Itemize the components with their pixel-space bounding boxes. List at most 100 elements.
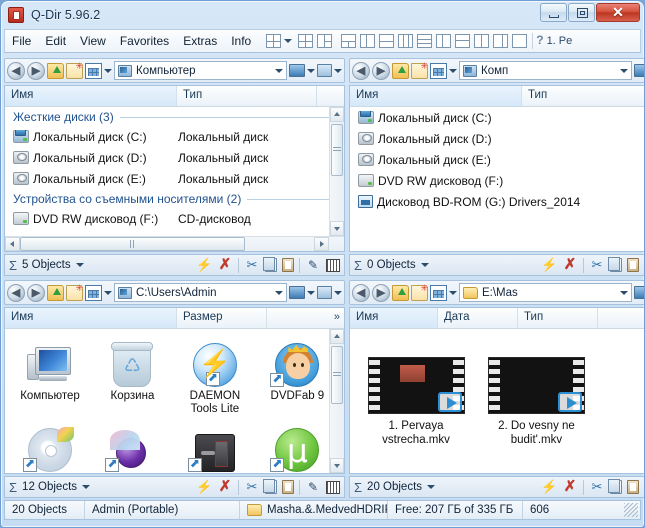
scroll-right-button-tl[interactable] <box>314 237 329 251</box>
list-item[interactable] <box>93 420 171 473</box>
delete-icon[interactable]: ✗ <box>217 257 233 273</box>
screen2-icon-tl[interactable] <box>317 64 332 77</box>
list-item[interactable]: DAEMON Tools Lite <box>176 335 254 416</box>
address-caret-tr[interactable] <box>620 68 628 73</box>
column-header-name-tr[interactable]: Имя <box>350 86 522 106</box>
new-folder-icon[interactable] <box>66 283 83 301</box>
scrollbar-thumb-bl[interactable] <box>331 346 343 404</box>
screen-icon-br[interactable] <box>634 286 644 299</box>
grid-icon[interactable] <box>326 480 340 494</box>
column-header-type-br[interactable]: Тип <box>518 308 598 328</box>
hscroll-thumb-tl[interactable] <box>20 237 245 251</box>
cut-icon[interactable]: ✂ <box>244 257 260 273</box>
flash-icon[interactable]: ⚡ <box>196 479 212 495</box>
layout-3-cols-button[interactable] <box>398 34 414 48</box>
list-item[interactable]: 1. Pervaya vstrecha.mkv <box>360 357 472 447</box>
layout-2-cols-button[interactable] <box>436 34 452 48</box>
table-row[interactable]: Локальный диск (D:) <box>350 128 644 149</box>
grid-icon[interactable] <box>326 258 340 272</box>
close-button[interactable]: ✕ <box>596 3 640 22</box>
up-folder-icon[interactable] <box>47 284 64 301</box>
horizontal-scrollbar-tl[interactable] <box>5 236 344 251</box>
vertical-scrollbar-bl[interactable] <box>329 329 344 473</box>
back-button-bl[interactable]: ◀ <box>7 283 25 302</box>
layout-3-right-button[interactable] <box>317 34 333 48</box>
view-mode-caret[interactable] <box>104 290 112 295</box>
forward-button-br[interactable]: ▶ <box>372 283 390 302</box>
table-row[interactable]: DVD RW дисковод (F:) CD-дисковод <box>5 208 344 229</box>
new-folder-icon[interactable] <box>411 61 428 79</box>
scroll-left-button-tl[interactable] <box>5 237 20 251</box>
menu-favorites[interactable]: Favorites <box>113 31 176 51</box>
list-item[interactable]: 2. Do vesny ne budit'.mkv <box>480 357 592 447</box>
list-item[interactable] <box>258 420 336 473</box>
forward-button-tr[interactable]: ▶ <box>372 61 390 80</box>
column-header-date-br[interactable]: Дата <box>438 308 518 328</box>
layout-3-bottom-button[interactable] <box>341 34 357 48</box>
list-item[interactable]: Компьютер <box>11 335 89 403</box>
more-columns-bl[interactable]: » <box>330 308 344 328</box>
copy-icon[interactable] <box>608 479 622 494</box>
table-row[interactable]: DVD RW дисковод (F:) <box>350 170 644 191</box>
status-caret-bl[interactable] <box>82 485 91 489</box>
list-item[interactable] <box>11 420 89 473</box>
back-button-tr[interactable]: ◀ <box>352 61 370 80</box>
scroll-up-button-bl[interactable] <box>330 329 344 344</box>
table-row[interactable]: Локальный диск (C:) Локальный диск <box>5 126 344 147</box>
column-header-type-tr[interactable]: Тип <box>522 86 644 106</box>
layout-2-vertical-button[interactable] <box>360 34 376 48</box>
new-folder-icon[interactable] <box>66 61 83 79</box>
view-mode-icon[interactable] <box>85 284 102 301</box>
up-folder-icon[interactable] <box>392 62 409 79</box>
cut-icon[interactable]: ✂ <box>589 479 605 495</box>
list-item[interactable]: Корзина <box>93 335 171 403</box>
pen-icon[interactable]: ✎ <box>305 479 321 495</box>
scroll-up-button-tl[interactable] <box>330 107 344 122</box>
delete-icon[interactable]: ✗ <box>217 479 233 495</box>
address-input-bl[interactable]: C:\Users\Admin <box>114 283 287 302</box>
flash-icon[interactable]: ⚡ <box>196 257 212 273</box>
back-button-br[interactable]: ◀ <box>352 283 370 302</box>
screen-icon-tr[interactable] <box>634 64 644 77</box>
list-item[interactable] <box>176 420 254 473</box>
column-header-type-tl[interactable]: Тип <box>177 86 317 106</box>
screen2-caret-bl[interactable] <box>334 290 342 295</box>
column-header-size-bl[interactable]: Размер <box>177 308 267 328</box>
status-caret-tr[interactable] <box>420 263 429 267</box>
status-caret-tl[interactable] <box>75 263 84 267</box>
menu-info[interactable]: Info <box>224 31 258 51</box>
menu-edit[interactable]: Edit <box>38 31 73 51</box>
screen2-icon-bl[interactable] <box>317 286 332 299</box>
list-item[interactable]: DVDFab 9 <box>258 335 336 403</box>
paste-icon[interactable] <box>627 258 639 272</box>
new-folder-icon[interactable] <box>411 283 428 301</box>
screen-caret-bl[interactable] <box>307 290 315 295</box>
resize-grip[interactable] <box>624 503 638 517</box>
column-header-name-tl[interactable]: Имя <box>5 86 177 106</box>
layout-top-split-button[interactable] <box>455 34 471 48</box>
menu-view[interactable]: View <box>73 31 113 51</box>
inet-shortcut[interactable]: ? 1. Pe <box>536 33 572 48</box>
paste-icon[interactable] <box>282 480 294 494</box>
paste-icon[interactable] <box>627 480 639 494</box>
address-input-tl[interactable]: Компьютер <box>114 61 287 80</box>
cut-icon[interactable]: ✂ <box>244 479 260 495</box>
layout-left-split-button[interactable] <box>474 34 490 48</box>
view-mode-caret[interactable] <box>449 290 457 295</box>
layout-right-split-button[interactable] <box>493 34 509 48</box>
view-mode-icon[interactable] <box>430 284 447 301</box>
layout-single-button[interactable] <box>512 34 528 48</box>
menu-file[interactable]: File <box>5 31 38 51</box>
address-input-tr[interactable]: Комп <box>459 61 632 80</box>
view-mode-caret[interactable] <box>449 68 457 73</box>
scroll-down-button-bl[interactable] <box>330 458 344 473</box>
paste-icon[interactable] <box>282 258 294 272</box>
copy-icon[interactable] <box>263 479 277 494</box>
minimize-button[interactable] <box>540 3 567 22</box>
column-header-name-br[interactable]: Имя <box>350 308 438 328</box>
table-row[interactable]: Дисковод BD-ROM (G:) Drivers_2014 <box>350 191 644 212</box>
pen-icon[interactable]: ✎ <box>305 257 321 273</box>
table-row[interactable]: Локальный диск (E:) Локальный диск <box>5 168 344 189</box>
scroll-down-button-tl[interactable] <box>330 221 344 236</box>
address-caret-bl[interactable] <box>275 290 283 295</box>
